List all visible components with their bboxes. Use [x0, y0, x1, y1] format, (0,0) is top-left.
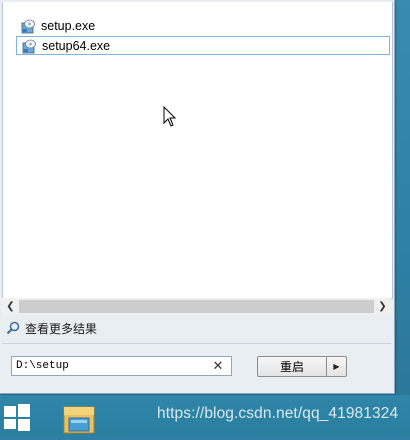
start-button[interactable] [0, 400, 34, 434]
file-explorer-button[interactable] [62, 403, 96, 435]
divider [2, 343, 391, 344]
watermark-url: https://blog.csdn.net/qq_41981324 [157, 405, 399, 422]
setup-installer-icon [21, 19, 35, 33]
scrollbar-thumb[interactable] [19, 300, 374, 313]
power-options-button[interactable]: ▶ [327, 356, 347, 377]
start-menu: setup.exe setup64.exe ❮ ❯ 查看更多结果 ✕ 重启 [0, 0, 395, 394]
see-more-results-label: 查看更多结果 [25, 321, 98, 336]
close-icon[interactable]: ✕ [211, 358, 225, 374]
power-button-group: 重启 ▶ [257, 356, 347, 377]
file-explorer-icon [63, 406, 95, 434]
restart-button[interactable]: 重启 [257, 356, 327, 377]
chevron-right-icon[interactable]: ❯ [374, 298, 391, 315]
horizontal-scrollbar[interactable]: ❮ ❯ [2, 298, 391, 315]
search-results-pane: setup.exe setup64.exe [2, 2, 393, 299]
setup-installer-icon [22, 39, 36, 53]
result-item-label: setup64.exe [42, 38, 111, 53]
search-input-box[interactable]: ✕ [11, 356, 232, 376]
result-item-label: setup.exe [41, 18, 96, 33]
see-more-results-link[interactable]: 查看更多结果 [6, 320, 97, 336]
result-item-setup[interactable]: setup.exe [16, 16, 390, 35]
triangle-right-icon: ▶ [333, 362, 340, 371]
windows-logo-icon [4, 404, 30, 431]
chevron-left-icon[interactable]: ❮ [2, 298, 19, 315]
result-item-setup64[interactable]: setup64.exe [16, 36, 390, 55]
search-icon [6, 321, 20, 335]
mouse-cursor-icon [163, 106, 177, 127]
search-input[interactable] [12, 358, 206, 374]
